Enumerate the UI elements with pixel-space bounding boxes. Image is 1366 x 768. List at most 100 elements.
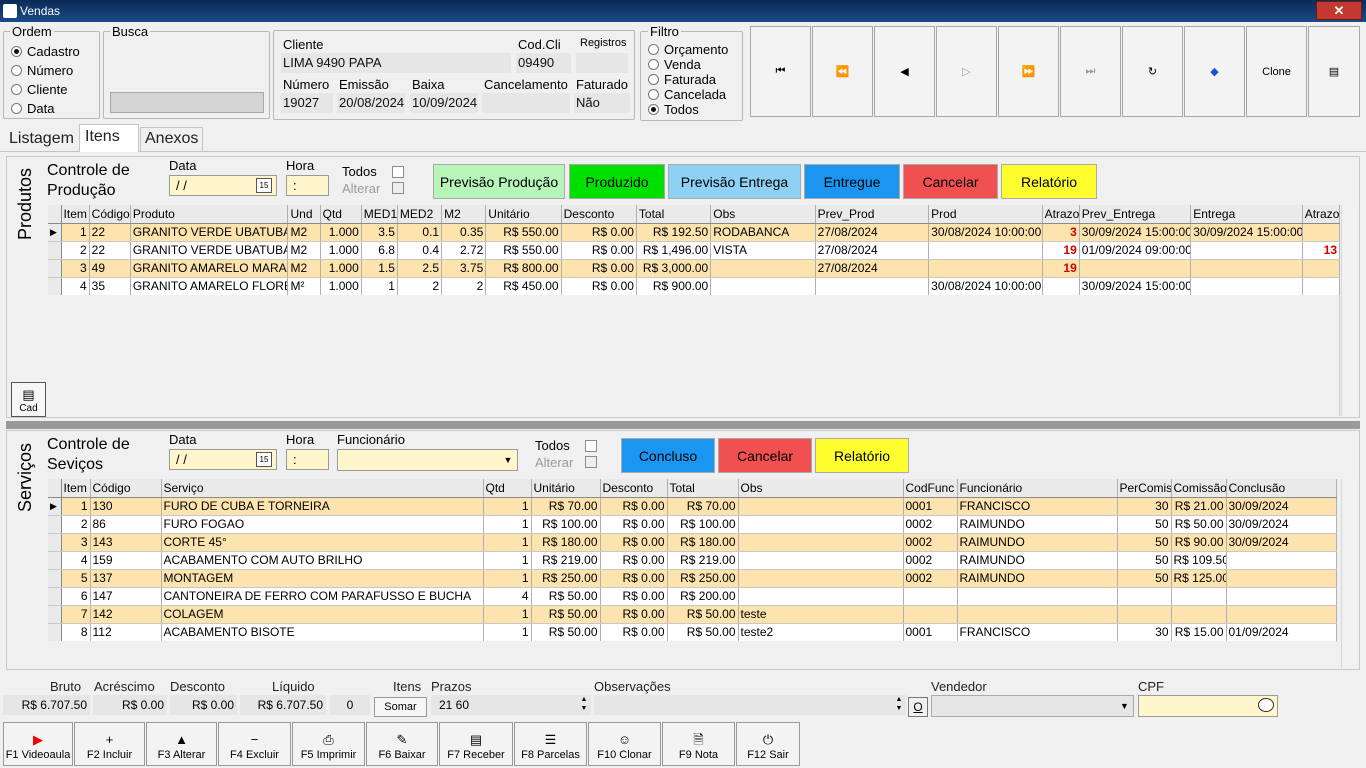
- servicos-relat-rio-button[interactable]: Relatório: [815, 438, 909, 473]
- column-header[interactable]: M2: [441, 205, 487, 224]
- radio-icon[interactable]: [11, 46, 22, 57]
- filtro-option[interactable]: Venda: [648, 57, 728, 72]
- radio-icon[interactable]: [648, 104, 659, 115]
- first-record-button[interactable]: ⏮: [750, 26, 811, 117]
- column-header[interactable]: PerComiss: [1117, 479, 1172, 498]
- busca-input[interactable]: [110, 92, 264, 113]
- column-header[interactable]: Atrazo: [1302, 205, 1341, 224]
- servicos-scrollbar[interactable]: [1341, 479, 1356, 668]
- next-record-button[interactable]: ▷: [936, 26, 997, 117]
- chevron-down-icon[interactable]: ▼: [1117, 698, 1132, 714]
- column-header[interactable]: MED2: [397, 205, 443, 224]
- radio-icon[interactable]: [648, 44, 659, 55]
- radio-icon[interactable]: [11, 84, 22, 95]
- table-row[interactable]: 4 35 GRANITO AMARELO FLOREN(M² 1.000 1 2 2 R$ 4…: [48, 277, 1341, 296]
- column-header[interactable]: Qtd: [320, 205, 362, 224]
- table-row[interactable]: 5 137 MONTAGEM 1 R$ 250.00 R$ 0.00 R$ 250.00 00…: [48, 569, 1337, 588]
- column-header[interactable]: Prev_Prod: [815, 205, 930, 224]
- table-row[interactable]: ▶ 1 22 GRANITO VERDE UBATUBA M2 1.000 3.5 0.1 0.…: [48, 223, 1341, 242]
- servicos-hora-input[interactable]: :: [286, 449, 329, 470]
- table-row[interactable]: 3 49 GRANITO AMARELO MARACU M2 1.000 1.5 2.5 3.…: [48, 259, 1341, 278]
- servicos-concluso-button[interactable]: Concluso: [621, 438, 715, 473]
- filtro-option[interactable]: Cancelada: [648, 87, 728, 102]
- column-header[interactable]: Item: [61, 205, 90, 224]
- produtos-hora-input[interactable]: :: [286, 175, 329, 196]
- column-header[interactable]: Entrega: [1190, 205, 1303, 224]
- column-header[interactable]: Desconto: [561, 205, 637, 224]
- produtos-scrollbar[interactable]: [1341, 205, 1356, 416]
- column-header[interactable]: Obs: [738, 479, 904, 498]
- speech-bubble-icon[interactable]: [1258, 698, 1274, 712]
- prev-page-button[interactable]: ⏪: [812, 26, 873, 117]
- filtro-option[interactable]: Orçamento: [648, 42, 728, 57]
- column-header[interactable]: Código: [89, 205, 131, 224]
- prazos-value[interactable]: 21 60: [431, 695, 591, 715]
- clone-button[interactable]: Clone: [1246, 26, 1307, 117]
- column-header[interactable]: Unitário: [531, 479, 601, 498]
- f2-incluir-button[interactable]: + F2 Incluir: [74, 722, 145, 766]
- last-record-button[interactable]: ⏭: [1060, 26, 1121, 117]
- produtos-relat-rio-button[interactable]: Relatório: [1001, 164, 1097, 199]
- produtos-alterar-checkbox[interactable]: [392, 182, 404, 194]
- table-row[interactable]: 4 159 ACABAMENTO COM AUTO BRILHO 1 R$ 219.00…: [48, 551, 1337, 570]
- f7-receber-button[interactable]: ▤ F7 Receber: [439, 722, 513, 766]
- chevron-down-icon[interactable]: ▼: [500, 451, 516, 469]
- o-button[interactable]: O: [908, 697, 928, 717]
- column-header[interactable]: Funcionário: [957, 479, 1118, 498]
- calendar-icon[interactable]: 15: [256, 178, 272, 193]
- servicos-cancelar-button[interactable]: Cancelar: [718, 438, 812, 473]
- f6-baixar-button[interactable]: ✎ F6 Baixar: [366, 722, 438, 766]
- f1-videoaula-button[interactable]: ▶ F1 Videoaula: [3, 722, 73, 766]
- observacoes-spin-icon[interactable]: ▲ ▼: [893, 695, 905, 715]
- cad-button[interactable]: ▤ Cad: [11, 382, 46, 417]
- close-button[interactable]: ✕: [1316, 1, 1362, 20]
- ordem-option[interactable]: Data: [11, 99, 80, 118]
- vendedor-select[interactable]: [931, 695, 1134, 717]
- column-header[interactable]: Conclusão: [1226, 479, 1337, 498]
- table-row[interactable]: 7 142 COLAGEM 1 R$ 50.00 R$ 0.00 R$ 50.00 teste: [48, 605, 1337, 624]
- column-header[interactable]: Item: [61, 479, 91, 498]
- f9-nota-button[interactable]: 🗎 F9 Nota: [662, 722, 735, 766]
- produtos-cancelar-button[interactable]: Cancelar: [903, 164, 998, 199]
- table-row[interactable]: 3 143 CORTE 45° 1 R$ 180.00 R$ 0.00 R$ 180.00 0…: [48, 533, 1337, 552]
- produtos-previs-o-entrega-button[interactable]: Previsão Entrega: [668, 164, 801, 199]
- column-header[interactable]: Total: [667, 479, 739, 498]
- column-header[interactable]: Serviço: [161, 479, 484, 498]
- servicos-alterar-checkbox[interactable]: [585, 456, 597, 468]
- column-header[interactable]: Qtd: [483, 479, 532, 498]
- table-row[interactable]: 2 86 FURO FOGAO 1 R$ 100.00 R$ 0.00 R$ 100.00 0…: [48, 515, 1337, 534]
- radio-icon[interactable]: [11, 103, 22, 114]
- produtos-entregue-button[interactable]: Entregue: [804, 164, 900, 199]
- produtos-produzido-button[interactable]: Produzido: [569, 164, 665, 199]
- produtos-previs-o-produ-o-button[interactable]: Previsão Produção: [433, 164, 565, 199]
- column-header[interactable]: Comissão: [1171, 479, 1227, 498]
- tab-listagem[interactable]: Listagem: [9, 130, 74, 148]
- tab-anexos[interactable]: Anexos: [145, 130, 198, 148]
- ordem-option[interactable]: Número: [11, 61, 80, 80]
- f8-parcelas-button[interactable]: ☰ F8 Parcelas: [514, 722, 587, 766]
- form-button[interactable]: ▤: [1308, 26, 1360, 117]
- f5-imprimir-button[interactable]: ⎙ F5 Imprimir: [292, 722, 365, 766]
- f3-alterar-button[interactable]: ▲ F3 Alterar: [146, 722, 217, 766]
- next-page-button[interactable]: ⏩: [998, 26, 1059, 117]
- column-header[interactable]: Obs: [710, 205, 816, 224]
- servicos-funcionario-select[interactable]: [337, 449, 518, 471]
- produtos-todos-checkbox[interactable]: [392, 166, 404, 178]
- prazos-spin-icon[interactable]: ▲ ▼: [578, 695, 590, 715]
- table-row[interactable]: ▶ 1 130 FURO DE CUBA E TORNEIRA 1 R$ 70.00 R$ …: [48, 497, 1337, 516]
- refresh-button[interactable]: ↻: [1122, 26, 1183, 117]
- calendar-icon[interactable]: 15: [256, 452, 272, 467]
- column-header[interactable]: Prev_Entrega: [1079, 205, 1192, 224]
- column-header[interactable]: Prod: [928, 205, 1043, 224]
- table-row[interactable]: 2 22 GRANITO VERDE UBATUBA M2 1.000 6.8 0.4 2.7…: [48, 241, 1341, 260]
- filtro-option[interactable]: Todos: [648, 102, 728, 117]
- f4-excluir-button[interactable]: − F4 Excluir: [218, 722, 291, 766]
- radio-icon[interactable]: [11, 65, 22, 76]
- column-header[interactable]: Total: [636, 205, 712, 224]
- table-row[interactable]: 8 112 ACABAMENTO BISOTE 1 R$ 50.00 R$ 0.00 R$ …: [48, 623, 1337, 642]
- tab-itens[interactable]: Itens: [85, 128, 120, 146]
- ordem-option[interactable]: Cadastro: [11, 42, 80, 61]
- prev-record-button[interactable]: ◀: [874, 26, 935, 117]
- tag-button[interactable]: ◆: [1184, 26, 1245, 117]
- servicos-todos-checkbox[interactable]: [585, 440, 597, 452]
